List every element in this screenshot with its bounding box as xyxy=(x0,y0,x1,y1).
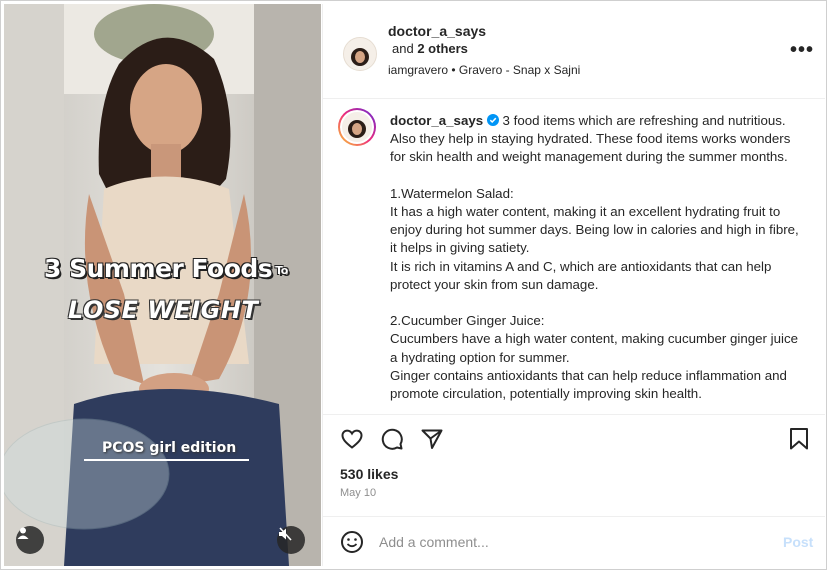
video-tag-text: PCOS girl edition xyxy=(102,440,237,456)
author-avatar[interactable] xyxy=(343,37,377,71)
avatar-illustration xyxy=(344,38,376,70)
tagged-users-button[interactable] xyxy=(16,526,44,554)
video-frame-illustration xyxy=(4,4,321,566)
caption-author-avatar[interactable] xyxy=(338,108,376,146)
verified-badge-icon xyxy=(486,114,499,126)
post-date: May 10 xyxy=(340,487,377,499)
comment-bar: Add a comment... Post xyxy=(323,516,825,567)
muted-speaker-icon xyxy=(279,527,292,541)
post-caption: doctor_a_says 3 food items which are ref… xyxy=(390,112,802,410)
post-comment-button[interactable]: Post xyxy=(783,534,813,550)
caption-item1-title: 1.Watermelon Salad: xyxy=(390,185,514,201)
bookmark-icon[interactable] xyxy=(789,427,809,451)
comment-bubble-icon[interactable] xyxy=(380,427,404,451)
caption-item1-text2: It is rich in vitamins A and C, which ar… xyxy=(390,258,772,292)
collaborators-text[interactable]: and 2 others xyxy=(392,41,468,56)
heart-icon[interactable] xyxy=(340,427,364,451)
post-details-panel: doctor_a_says and 2 others iamgravero • … xyxy=(322,4,825,566)
mute-button[interactable] xyxy=(277,526,305,554)
user-icon xyxy=(17,527,29,539)
caption-item2-text2: Ginger contains antioxidants that can he… xyxy=(390,367,787,402)
audio-track-link[interactable]: iamgravero • Gravero - Snap x Sajni xyxy=(388,63,580,77)
likes-count[interactable]: 530 likes xyxy=(340,466,398,482)
video-tag-underline xyxy=(84,459,249,461)
video-player[interactable]: 3 Summer Foods To LOSE WEIGHT PCOS girl e… xyxy=(4,4,321,566)
video-title-text: 3 Summer Foods To xyxy=(44,254,288,283)
paper-plane-icon[interactable] xyxy=(420,427,444,451)
more-options-button[interactable]: ••• xyxy=(790,40,814,60)
video-subtitle-text: LOSE WEIGHT xyxy=(68,296,259,324)
caption-item2-text: Cucumbers have a high water content, mak… xyxy=(390,331,798,365)
caption-username[interactable]: doctor_a_says xyxy=(390,113,483,128)
comment-input[interactable]: Add a comment... xyxy=(379,534,489,550)
avatar-illustration xyxy=(340,110,374,144)
caption-item1-text: It has a high water content, making it a… xyxy=(390,204,799,256)
post-header: doctor_a_says and 2 others iamgravero • … xyxy=(323,4,825,99)
emoji-icon[interactable] xyxy=(340,530,364,554)
author-username[interactable]: doctor_a_says xyxy=(388,23,486,39)
action-bar xyxy=(323,414,825,467)
caption-item2-title: 2.Cucumber Ginger Juice: xyxy=(390,313,545,329)
